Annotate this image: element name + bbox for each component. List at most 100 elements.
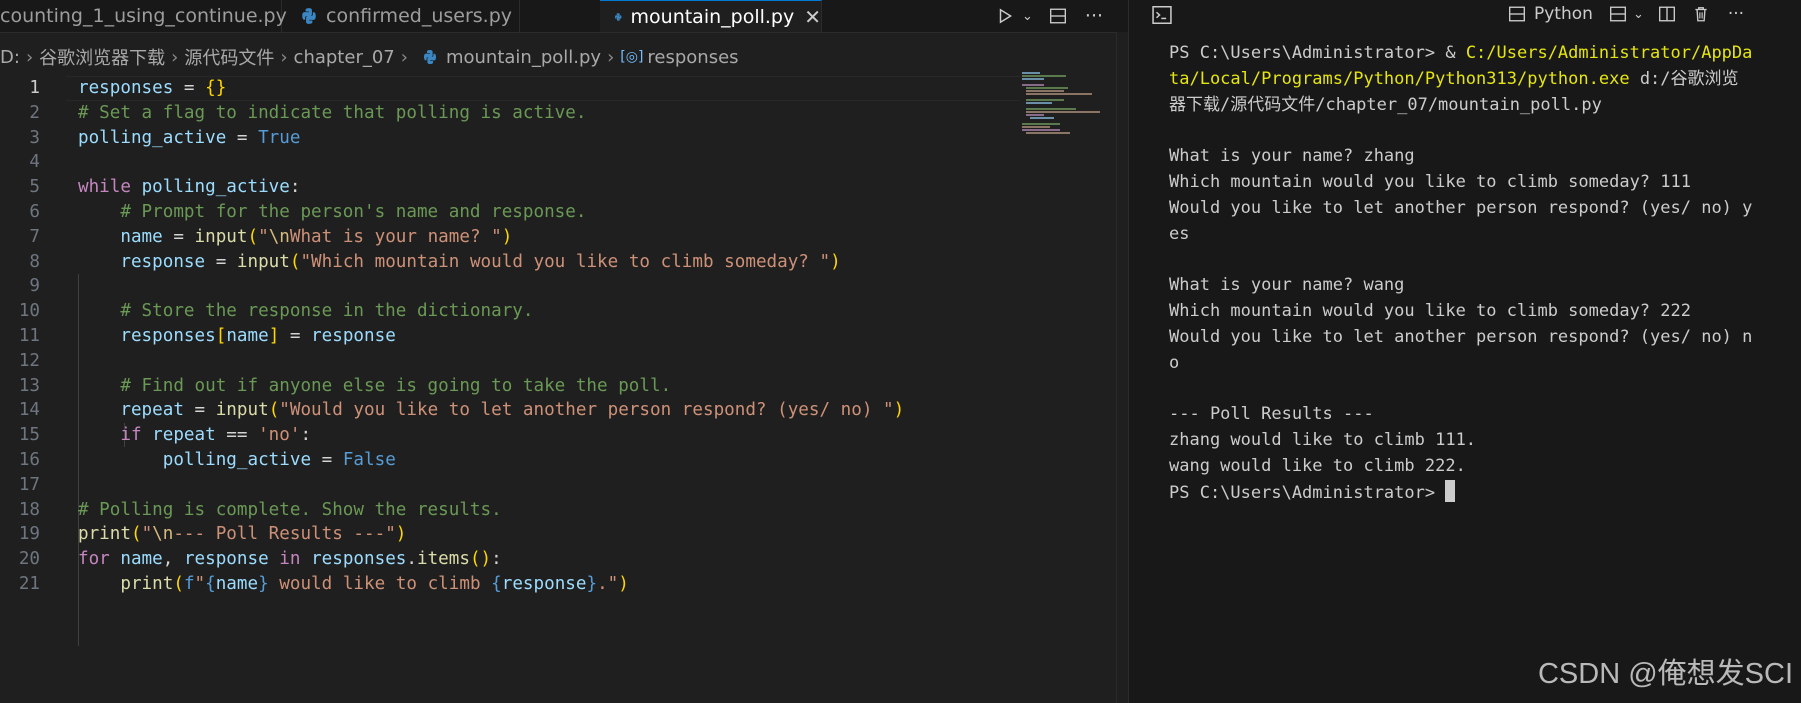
chevron-down-icon[interactable]: ⌄ (1633, 7, 1644, 22)
terminal-prompt: PS C:\Users\Administrator> (1169, 482, 1446, 503)
pane-divider[interactable] (1128, 0, 1139, 703)
breadcrumb-folder[interactable]: 谷歌浏览器下载 (39, 44, 165, 70)
layout-icon[interactable] (1508, 5, 1526, 23)
terminal-line: PS C:\Users\Administrator> (1169, 479, 1794, 506)
tab-label: confirmed_users.py (326, 5, 513, 27)
code-line: 11 responses[name] = response (0, 324, 1020, 349)
terminal-line: --- Poll Results --- (1169, 404, 1374, 425)
python-file-icon (302, 8, 316, 24)
code-line: 5 while polling_active: (0, 175, 1020, 200)
tab-counting-1-using-continue[interactable]: counting_1_using_continue.py (0, 0, 287, 32)
line-number: 13 (18, 375, 40, 396)
chevron-right-icon: › (280, 46, 288, 68)
terminal-line: es (1169, 223, 1190, 244)
terminal-line: 器下载/源代码文件/chapter_07/mountain_poll.py (1169, 93, 1794, 119)
chevron-right-icon: › (400, 46, 408, 68)
line-number: 18 (18, 499, 40, 520)
terminal-line: ta/Local/Programs/Python/Python313/pytho… (1169, 67, 1794, 93)
line-number: 9 (29, 276, 40, 297)
code-line: 18 # Polling is complete. Show the result… (0, 498, 1020, 523)
terminal-line: Which mountain would you like to climb s… (1169, 171, 1691, 192)
line-number: 14 (18, 400, 40, 421)
tab-mountain-poll[interactable]: mountain_poll.py ✕ (600, 0, 822, 32)
terminal-pane[interactable]: Python ⌄ ··· PS C:\Users\Administrator> … (1139, 0, 1801, 703)
chevron-down-icon[interactable]: ⌄ (1022, 9, 1033, 24)
code-line: 9 (0, 274, 1020, 299)
code-line: 1 responses = {} (0, 76, 1020, 101)
terminal-line: o (1169, 352, 1180, 373)
line-number: 16 (18, 449, 40, 470)
code-line: 14 repeat = input("Would you like to let… (0, 398, 1020, 423)
code-line: 21 print(f"{name} would like to climb {r… (0, 572, 1020, 597)
split-terminal-icon[interactable] (1609, 5, 1627, 23)
editor-tab-bar: counting_1_using_continue.py confirmed_u… (0, 0, 1128, 33)
terminal-cursor (1445, 479, 1456, 502)
close-icon[interactable]: ✕ (804, 5, 821, 29)
line-number: 2 (29, 102, 40, 123)
chevron-right-icon: › (607, 46, 615, 68)
line-number: 10 (18, 301, 40, 322)
split-editor-icon[interactable] (1049, 7, 1067, 25)
line-number: 5 (29, 177, 40, 198)
trash-icon[interactable] (1692, 5, 1710, 23)
terminal-line: What is your name? wang (1169, 275, 1405, 296)
split-editor-icon[interactable] (1658, 5, 1676, 23)
tab-label: mountain_poll.py (630, 5, 795, 28)
line-number: 15 (18, 425, 40, 446)
editor-pane: counting_1_using_continue.py confirmed_u… (0, 0, 1131, 703)
terminal-line: Would you like to let another person res… (1169, 197, 1753, 218)
line-number: 8 (29, 251, 40, 272)
tab-label: counting_1_using_continue.py (0, 5, 287, 27)
more-actions-icon[interactable]: ··· (1085, 5, 1103, 27)
terminal-icon[interactable] (1151, 4, 1173, 26)
python-file-icon (615, 12, 622, 21)
chevron-right-icon: › (171, 46, 179, 68)
line-number: 17 (18, 474, 40, 495)
line-number: 7 (29, 226, 40, 247)
terminal-command-arg: d:/谷歌浏览 (1629, 68, 1739, 89)
terminal-prompt: PS C:\Users\Administrator> & (1169, 43, 1466, 63)
code-editor[interactable]: 1 responses = {} 2 # Set a flag to indicat… (0, 76, 1020, 646)
breadcrumb-symbol[interactable]: responses (647, 47, 738, 68)
python-file-icon (423, 50, 436, 64)
line-number: 1 (29, 78, 40, 98)
terminal-header: Python ⌄ ··· (1139, 0, 1801, 32)
terminal-line: Which mountain would you like to climb s… (1169, 300, 1691, 321)
breadcrumb-folder[interactable]: 源代码文件 (184, 44, 274, 70)
code-line: 17 (0, 473, 1020, 498)
line-number: 11 (18, 325, 40, 346)
minimap[interactable] (1022, 72, 1118, 152)
line-number: 12 (18, 350, 40, 371)
watermark: CSDN @俺想发SCI (1537, 658, 1793, 690)
code-line: 12 (0, 349, 1020, 374)
line-number: 20 (18, 549, 40, 570)
code-line: 16 polling_active = False (0, 448, 1020, 473)
line-number: 3 (29, 127, 40, 148)
tab-confirmed-users[interactable]: confirmed_users.py (282, 0, 520, 32)
terminal-line: Would you like to let another person res… (1169, 326, 1753, 347)
breadcrumb-drive[interactable]: D: (0, 47, 20, 68)
breadcrumb-file[interactable]: mountain_poll.py (446, 47, 601, 68)
terminal-output[interactable]: PS C:\Users\Administrator> & C:/Users/Ad… (1169, 41, 1794, 505)
breadcrumb-folder[interactable]: chapter_07 (294, 47, 395, 68)
more-actions-icon[interactable]: ··· (1728, 4, 1744, 24)
terminal-command-arg: 器下载/源代码文件/chapter_07/mountain_poll.py (1169, 94, 1602, 115)
code-line: 6 # Prompt for the person's name and res… (0, 200, 1020, 225)
code-line: 8 response = input("Which mountain would… (0, 250, 1020, 275)
code-line: 3 polling_active = True (0, 126, 1020, 151)
terminal-profile-label[interactable]: Python (1534, 4, 1593, 24)
terminal-line: zhang would like to climb 111. (1169, 429, 1477, 450)
terminal-command-path: ta/Local/Programs/Python/Python313/pytho… (1169, 68, 1630, 89)
code-line: 13 # Find out if anyone else is going to… (0, 374, 1020, 399)
breadcrumb: D: › 谷歌浏览器下载 › 源代码文件 › chapter_07 › moun… (0, 43, 739, 71)
code-line: 4 (0, 150, 1020, 175)
run-play-icon[interactable] (996, 7, 1014, 25)
code-line: 15 if repeat == 'no': (0, 423, 1020, 448)
code-line: 20 for name, response in responses.items(… (0, 547, 1020, 572)
terminal-line: PS C:\Users\Administrator> & C:/Users/Ad… (1169, 41, 1794, 67)
line-number: 4 (29, 152, 40, 173)
line-number: 6 (29, 201, 40, 222)
